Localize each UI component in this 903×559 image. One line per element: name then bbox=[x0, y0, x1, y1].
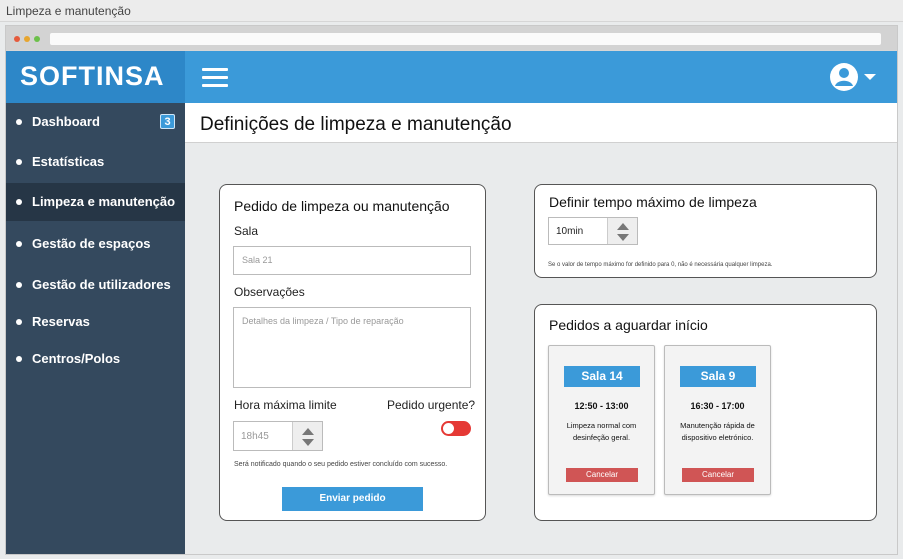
room-input[interactable]: Sala 21 bbox=[233, 246, 471, 275]
room-label: Sala bbox=[234, 224, 259, 238]
sidebar-item-label: Estatísticas bbox=[32, 154, 105, 169]
sidebar-item-label: Dashboard bbox=[32, 114, 100, 129]
browser-frame: SOFTINSA Dashboard 3 Estatísticas Limpez… bbox=[5, 25, 898, 555]
bullet-icon bbox=[16, 159, 22, 165]
sidebar-item-label: Reservas bbox=[32, 314, 90, 329]
time-limit-label: Hora máxima limite bbox=[234, 398, 337, 412]
sidebar-item-spaces[interactable]: Gestão de espaços bbox=[6, 225, 185, 263]
urgent-toggle[interactable] bbox=[441, 421, 471, 436]
arrow-down-icon[interactable] bbox=[617, 234, 629, 241]
page-header: Definições de limpeza e manutenção bbox=[185, 103, 897, 143]
submit-request-button[interactable]: Enviar pedido bbox=[282, 487, 423, 511]
main-content: Definições de limpeza e manutenção Pedid… bbox=[185, 103, 897, 554]
sidebar-item-centers[interactable]: Centros/Polos bbox=[6, 340, 185, 378]
notes-label: Observações bbox=[234, 285, 305, 299]
window-titlebar: Limpeza e manutenção bbox=[0, 0, 903, 22]
room-badge: Sala 9 bbox=[680, 366, 756, 387]
request-form-card: Pedido de limpeza ou manutenção Sala Sal… bbox=[219, 184, 486, 521]
pending-requests-card: Pedidos a aguardar início Sala 14 12:50 … bbox=[534, 304, 877, 521]
notification-badge: 3 bbox=[160, 114, 175, 129]
time-limit-stepper[interactable]: 18h45 bbox=[233, 421, 323, 451]
close-window-icon[interactable] bbox=[14, 36, 20, 42]
arrow-up-icon[interactable] bbox=[617, 223, 629, 230]
sidebar-item-label: Gestão de espaços bbox=[32, 236, 151, 251]
bullet-icon bbox=[16, 119, 22, 125]
hamburger-icon[interactable] bbox=[202, 68, 228, 88]
address-bar[interactable] bbox=[50, 33, 881, 45]
arrow-up-icon[interactable] bbox=[302, 428, 314, 435]
request-description: Manutenção rápida de dispositivo eletrón… bbox=[680, 421, 755, 442]
user-account-icon[interactable] bbox=[829, 62, 879, 92]
stepper-arrows[interactable] bbox=[607, 218, 637, 244]
logo-area: SOFTINSA bbox=[6, 51, 185, 103]
browser-toolbar bbox=[6, 26, 897, 50]
app-header: SOFTINSA bbox=[6, 51, 897, 103]
notes-textarea[interactable]: Detalhes da limpeza / Tipo de reparação bbox=[233, 307, 471, 388]
sidebar: Dashboard 3 Estatísticas Limpeza e manut… bbox=[6, 103, 185, 554]
sidebar-item-dashboard[interactable]: Dashboard 3 bbox=[6, 103, 185, 141]
logo: SOFTINSA bbox=[20, 61, 165, 91]
time-limit-value: 18h45 bbox=[241, 431, 269, 442]
bullet-icon bbox=[16, 356, 22, 362]
request-form-title: Pedido de limpeza ou manutenção bbox=[234, 198, 450, 214]
request-description: Limpeza normal com desinfeção geral. bbox=[566, 421, 637, 442]
bullet-icon bbox=[16, 319, 22, 325]
sidebar-item-label: Limpeza e manutenção bbox=[32, 194, 176, 209]
bullet-icon bbox=[16, 282, 22, 288]
max-time-value: 10min bbox=[556, 226, 584, 237]
toggle-knob bbox=[443, 423, 454, 434]
cancel-request-button[interactable]: Cancelar bbox=[566, 468, 638, 482]
sidebar-item-reservations[interactable]: Reservas bbox=[6, 303, 185, 341]
maximize-window-icon[interactable] bbox=[34, 36, 40, 42]
cancel-request-button[interactable]: Cancelar bbox=[682, 468, 754, 482]
max-time-notice: Se o valor de tempo máximo for definido … bbox=[548, 262, 773, 268]
bullet-icon bbox=[16, 199, 22, 205]
pending-title: Pedidos a aguardar início bbox=[549, 317, 708, 333]
request-notice: Será notificado quando o seu pedido esti… bbox=[234, 461, 448, 468]
max-time-card: Definir tempo máximo de limpeza 10min Se… bbox=[534, 184, 877, 278]
minimize-window-icon[interactable] bbox=[24, 36, 30, 42]
bullet-icon bbox=[16, 241, 22, 247]
max-time-title: Definir tempo máximo de limpeza bbox=[549, 194, 757, 210]
request-time: 12:50 - 13:00 bbox=[574, 401, 629, 411]
sidebar-item-statistics[interactable]: Estatísticas bbox=[6, 143, 185, 181]
room-badge: Sala 14 bbox=[564, 366, 640, 387]
arrow-down-icon[interactable] bbox=[302, 439, 314, 446]
window-title: Limpeza e manutenção bbox=[6, 4, 131, 18]
request-card: Sala 14 12:50 - 13:00 Limpeza normal com… bbox=[548, 345, 655, 495]
request-time: 16:30 - 17:00 bbox=[690, 401, 745, 411]
request-card: Sala 9 16:30 - 17:00 Manutenção rápida d… bbox=[664, 345, 771, 495]
max-time-stepper[interactable]: 10min bbox=[548, 217, 638, 245]
sidebar-item-users[interactable]: Gestão de utilizadores bbox=[6, 266, 185, 304]
stepper-arrows[interactable] bbox=[292, 422, 322, 450]
page-title: Definições de limpeza e manutenção bbox=[200, 114, 512, 135]
sidebar-item-cleaning-maintenance[interactable]: Limpeza e manutenção bbox=[6, 183, 185, 221]
sidebar-item-label: Centros/Polos bbox=[32, 351, 121, 366]
sidebar-item-label: Gestão de utilizadores bbox=[32, 277, 171, 292]
urgent-label: Pedido urgente? bbox=[387, 398, 476, 412]
